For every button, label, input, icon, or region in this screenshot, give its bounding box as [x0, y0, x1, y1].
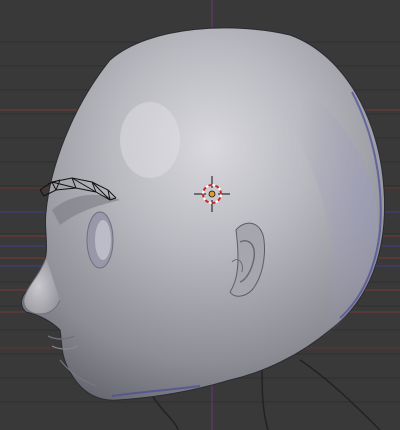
viewport-canvas[interactable]	[0, 0, 400, 430]
3d-viewport[interactable]	[0, 0, 400, 430]
